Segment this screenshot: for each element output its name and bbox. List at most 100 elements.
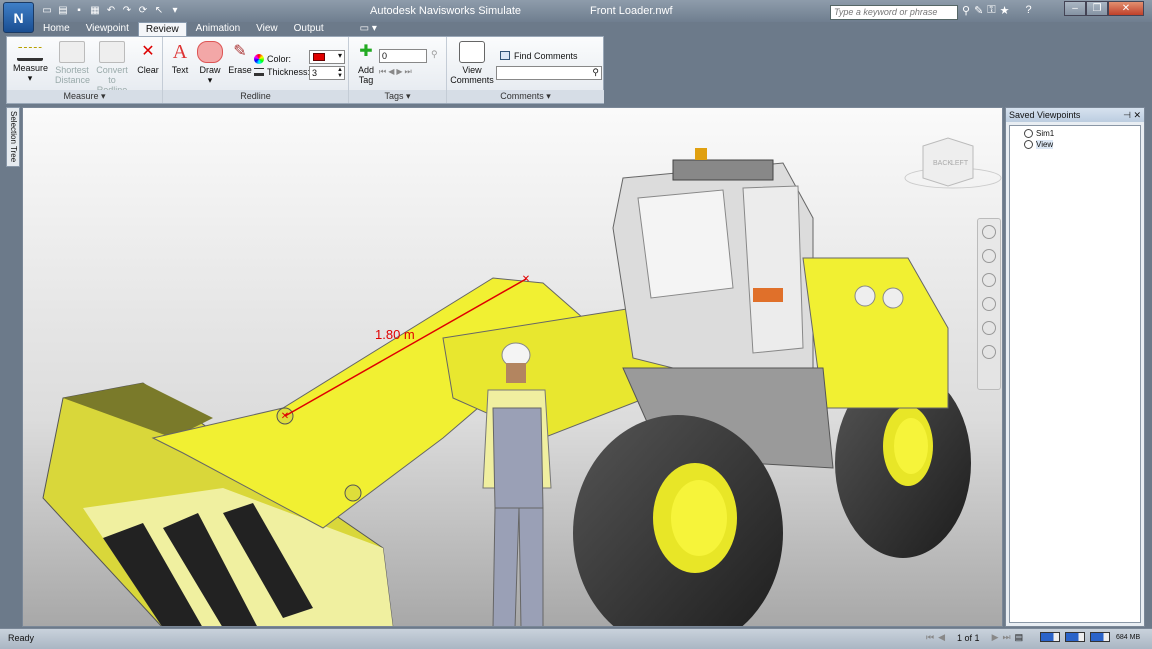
viewcube[interactable]: BACK LEFT: [904, 137, 1002, 189]
find-comments-input[interactable]: ⚲: [496, 66, 602, 80]
tab-view[interactable]: View: [249, 22, 285, 36]
tag-number-input[interactable]: 0: [379, 49, 427, 63]
last-page-icon[interactable]: ⏭: [1002, 632, 1010, 643]
convert-to-redline-button[interactable]: Convertto Redline: [95, 41, 129, 95]
binoculars-icon[interactable]: ⚲: [962, 4, 970, 17]
pan-icon[interactable]: [982, 249, 996, 263]
last-tag-icon[interactable]: ⏭: [405, 67, 412, 77]
next-tag-icon[interactable]: ▶: [396, 67, 402, 77]
animation-icon: [1024, 129, 1033, 138]
zoom-icon[interactable]: [982, 273, 996, 287]
redo-icon[interactable]: ↷: [120, 4, 134, 17]
3d-viewport[interactable]: ✕ ✕ 1.80 m BACK LEFT: [22, 107, 1003, 627]
sheet-list-icon[interactable]: ▤: [1015, 632, 1024, 643]
thickness-stepper[interactable]: 3 ▲ ▼: [309, 66, 345, 80]
measurement-endpoint-icon: ✕: [281, 411, 289, 422]
search-icon[interactable]: ⚲: [592, 67, 599, 78]
help-tools: ⚲ ✎ ⚿ ★ ?: [962, 4, 1032, 17]
tab-review[interactable]: Review: [137, 22, 187, 36]
tags-panel: ✚ Add Tag 0 ⚲ ⏮ ◀ ▶ ⏭ Tags ▾: [349, 37, 447, 103]
tag-search-icon[interactable]: ⚲: [431, 49, 438, 60]
erase-button[interactable]: ✎ Erase: [223, 41, 257, 75]
file-title: Front Loader.nwf: [590, 5, 673, 17]
first-tag-icon[interactable]: ⏮: [379, 67, 386, 77]
window-controls: – ❐ ✕: [1064, 1, 1144, 16]
minimize-button[interactable]: –: [1064, 1, 1086, 16]
title-bar: ▭ ▤ ▪ ▦ ↶ ↷ ⟳ ↖ ▾ Autodesk Navisworks Si…: [0, 0, 1152, 22]
tab-output[interactable]: Output: [287, 22, 331, 36]
star-icon[interactable]: ★: [1000, 4, 1010, 17]
measure-panel-label[interactable]: Measure ▾: [7, 90, 162, 103]
wrench-icon[interactable]: ✎: [974, 4, 983, 17]
page-indicator: 1 of 1: [957, 632, 980, 643]
ribbon-tabs: Home Viewpoint Review Animation View Out…: [36, 22, 384, 36]
restore-button[interactable]: ❐: [1086, 1, 1108, 16]
tab-animation[interactable]: Animation: [189, 22, 247, 36]
next-page-icon[interactable]: ▶: [992, 632, 999, 643]
select-icon[interactable]: ↖: [152, 4, 166, 17]
color-swatch: [313, 53, 325, 61]
pin-icon[interactable]: ⊣ ✕: [1123, 108, 1141, 122]
undo-icon[interactable]: ↶: [104, 4, 118, 17]
prev-tag-icon[interactable]: ◀: [388, 67, 394, 77]
disk-meter-icon: [1065, 632, 1085, 642]
status-text: Ready: [8, 633, 35, 643]
ribbon-options-icon[interactable]: ▭ ▾: [353, 22, 384, 36]
list-item[interactable]: View: [1024, 140, 1054, 149]
look-icon[interactable]: [982, 321, 996, 335]
measure-button[interactable]: Measure ▾: [13, 41, 48, 83]
redline-panel-label: Redline: [163, 90, 348, 103]
tab-viewpoint[interactable]: Viewpoint: [79, 22, 136, 36]
find-comments-button[interactable]: Find Comments: [514, 51, 578, 61]
quick-access-toolbar: ▭ ▤ ▪ ▦ ↶ ↷ ⟳ ↖ ▾: [40, 4, 182, 17]
open-icon[interactable]: ▤: [56, 4, 70, 17]
memory-usage: 684 MB: [1116, 634, 1141, 641]
status-bar: Ready ⏮ ◀ 1 of 1 ▶ ⏭ ▤ 684 MB: [0, 628, 1152, 649]
save-icon[interactable]: ▪: [72, 4, 86, 17]
measurement-label: 1.80 m: [375, 327, 415, 342]
convert-icon: [99, 41, 125, 63]
eraser-icon: ✎: [233, 43, 247, 60]
draw-button[interactable]: Draw ▾: [193, 41, 227, 85]
cloud-icon: [197, 41, 223, 63]
viewpoint-icon: [1024, 140, 1033, 149]
tags-panel-label[interactable]: Tags ▾: [349, 90, 446, 103]
color-picker[interactable]: ▾: [309, 50, 345, 64]
text-button[interactable]: A Text: [163, 41, 197, 75]
help-icon[interactable]: ?: [1026, 4, 1032, 17]
tab-home[interactable]: Home: [36, 22, 77, 36]
pencil-meter-icon: [1040, 632, 1060, 642]
find-comments-icon: [500, 51, 510, 60]
color-label: Color:: [267, 54, 292, 64]
search-input[interactable]: Type a keyword or phrase: [830, 5, 958, 20]
application-button[interactable]: N: [3, 2, 34, 33]
web-meter-icon: [1090, 632, 1110, 642]
chevron-down-icon[interactable]: ▾: [168, 4, 182, 17]
first-page-icon[interactable]: ⏮: [926, 632, 934, 643]
shortest-distance-icon: [59, 41, 85, 63]
close-button[interactable]: ✕: [1108, 1, 1144, 16]
saved-viewpoints-panel: Saved Viewpoints ⊣ ✕ Sim1 View: [1005, 107, 1145, 627]
walk-icon[interactable]: [982, 345, 996, 359]
measure-panel: Measure▾ ShortestDistance Convertto Redl…: [7, 37, 163, 103]
ribbon: Measure▾ ShortestDistance Convertto Redl…: [6, 36, 604, 104]
performance-meters: [1040, 632, 1110, 642]
add-tag-button[interactable]: ✚ Add Tag: [349, 41, 383, 85]
refresh-icon[interactable]: ⟳: [136, 4, 150, 17]
list-item[interactable]: Sim1: [1024, 129, 1054, 138]
thickness-label: Thickness:: [267, 67, 311, 77]
orbit-icon[interactable]: [982, 297, 996, 311]
shortest-distance-button[interactable]: Shortest Distance: [55, 41, 90, 85]
new-icon[interactable]: ▭: [40, 4, 54, 17]
steering-wheel-icon[interactable]: [982, 225, 996, 239]
comments-panel-label[interactable]: Comments ▾: [447, 90, 604, 103]
text-a-icon: A: [172, 41, 188, 63]
clear-button[interactable]: ✕ Clear: [131, 41, 165, 75]
view-comments-button[interactable]: View Comments: [449, 41, 495, 85]
key-icon[interactable]: ⚿: [987, 4, 995, 17]
prev-page-icon[interactable]: ◀: [938, 632, 945, 643]
measurement-endpoint-icon: ✕: [522, 274, 530, 285]
print-icon[interactable]: ▦: [88, 4, 102, 17]
selection-tree-tab[interactable]: Selection Tree: [6, 107, 20, 167]
app-title: Autodesk Navisworks Simulate: [370, 5, 522, 17]
